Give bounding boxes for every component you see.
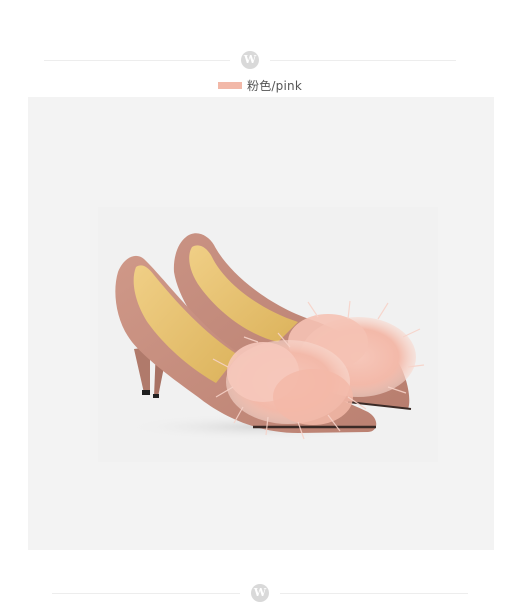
divider-line-right [280, 593, 468, 594]
color-option-label: 粉色/pink [0, 76, 520, 94]
brand-logo-icon: W [241, 51, 259, 69]
bottom-divider: W [0, 583, 520, 603]
divider-line-left [52, 593, 240, 594]
product-photo [28, 97, 494, 550]
divider-line-right [270, 60, 456, 61]
color-swatch [218, 81, 243, 89]
color-name: 粉色/pink [247, 78, 302, 93]
brand-logo-icon: W [251, 584, 269, 602]
pink-feather-pumps-icon [98, 207, 438, 462]
top-divider: W [0, 50, 520, 70]
divider-line-left [44, 60, 230, 61]
